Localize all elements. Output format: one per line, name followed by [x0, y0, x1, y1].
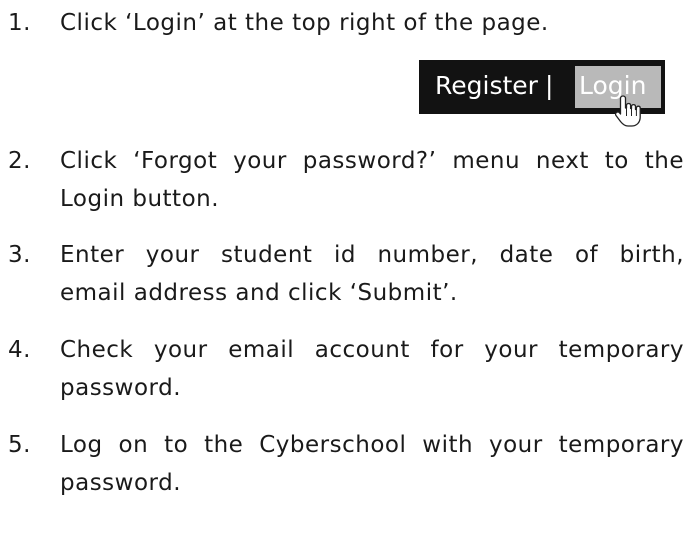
step-text: Enter your student id number, date of bi… [60, 236, 684, 312]
step-line: Check your email account for your tempor… [60, 337, 684, 363]
step-line: password. [60, 470, 182, 496]
step-number: 4. [8, 337, 31, 363]
step-line: Enter your student id number, date of bi… [60, 242, 684, 268]
step-number: 2. [8, 148, 31, 174]
step-line: password. [60, 375, 182, 401]
step-line: Click ‘Forgot your password?’ menu next … [60, 148, 684, 174]
step-text: Check your email account for your tempor… [60, 331, 684, 407]
step-line: Click ‘Login’ at the top right of the pa… [60, 10, 549, 36]
step-text: Click ‘Login’ at the top right of the pa… [60, 4, 684, 42]
login-header-screenshot: Register | Login [419, 60, 665, 127]
step-text: Click ‘Forgot your password?’ menu next … [60, 142, 684, 218]
step-text: Log on to the Cyberschool with your temp… [60, 426, 684, 502]
step-number: 3. [8, 242, 31, 268]
step-line: Log on to the Cyberschool with your temp… [60, 432, 684, 458]
hand-pointer-icon [614, 95, 641, 127]
step-number: 1. [8, 10, 31, 36]
step-number: 5. [8, 432, 31, 458]
register-link: Register [435, 71, 538, 100]
step-line: email address and click ‘Submit’. [60, 280, 458, 306]
step-line: Login button. [60, 186, 220, 212]
header-separator: | [545, 71, 554, 100]
